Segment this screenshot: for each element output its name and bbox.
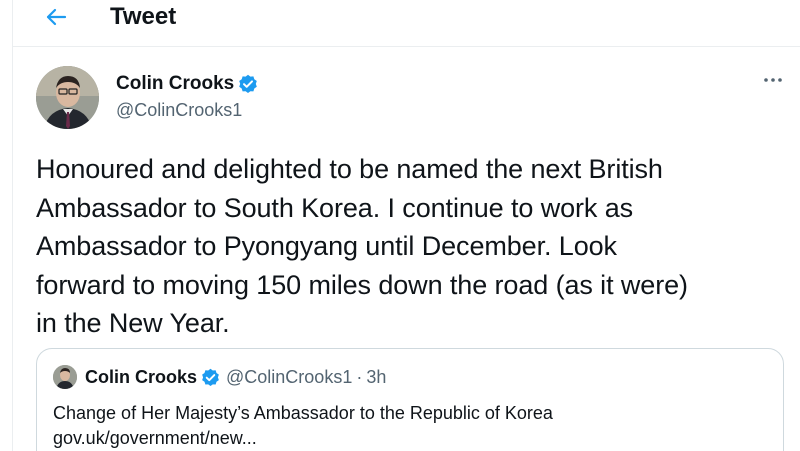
tweet-header-bar: Tweet [13,0,800,47]
more-options-icon [764,78,782,82]
more-options-button[interactable] [758,70,788,90]
page-title: Tweet [110,3,177,30]
tweet-text-line: Honoured and delighted to be named the n… [36,154,663,184]
tweet-text-line: forward to moving 150 miles down the roa… [36,269,688,300]
quoted-tweet-link[interactable]: gov.uk/government/new... [53,426,257,450]
verified-badge-icon [238,74,258,94]
tweet-text-line: in the New Year. [36,308,230,338]
quoted-separator: · [356,366,363,387]
left-border [12,0,13,451]
tweet-text-line: Ambassador to South Korea. I continue to… [36,192,634,223]
quoted-timestamp: 3h [366,367,387,387]
avatar[interactable] [36,66,99,129]
author-handle[interactable]: @ColinCrooks1 [116,99,242,121]
quoted-author-name: Colin Crooks [85,367,198,387]
back-button[interactable] [39,2,73,32]
tweet-text-line: Ambassador to Pyongyang until December. … [36,231,617,261]
tweet-author: Colin Crooks @ColinCrooks1 [36,66,782,136]
quoted-tweet-text: Change of Her Majesty’s Ambassador to th… [53,403,553,423]
quoted-author-handle: @ColinCrooks1 [226,367,353,387]
quoted-avatar [53,365,77,389]
avatar-photo [36,66,99,129]
tweet-text: Honoured and delighted to be named the n… [36,150,786,343]
quoted-tweet-card[interactable]: Colin Crooks @ColinCrooks1 · 3h Change o… [36,348,784,451]
verified-badge-icon [201,368,220,387]
back-arrow-icon [46,8,67,26]
author-name[interactable]: Colin Crooks [116,72,234,96]
